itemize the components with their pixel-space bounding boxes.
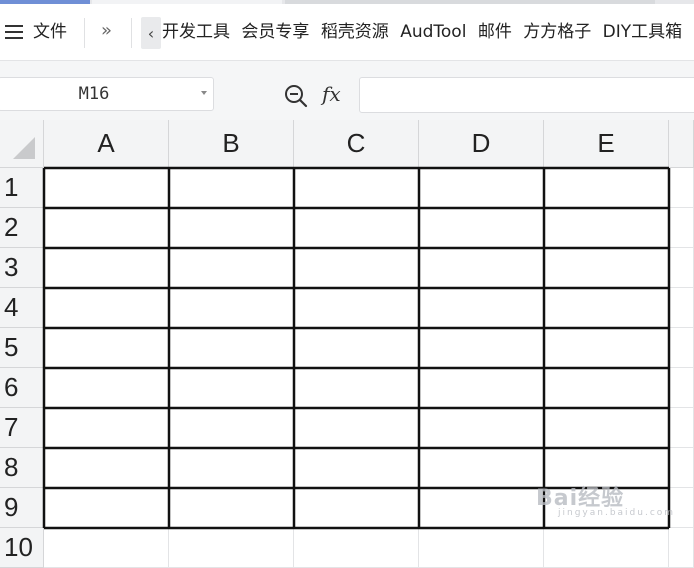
formula-bar: M16 fx: [0, 61, 694, 120]
tab-member-exclusive[interactable]: 会员专享: [241, 22, 309, 42]
scroll-left-icon[interactable]: ‹: [141, 17, 161, 49]
insert-function-icon[interactable]: fx: [322, 80, 341, 108]
tab-audtool[interactable]: AudTool: [400, 22, 466, 42]
file-menu-label: 文件: [33, 20, 67, 44]
menu-bar: 文件 » ‹ 开发工具 会员专享 稻壳资源 AudTool 邮件 方方格子 DI…: [0, 4, 694, 61]
watermark-subtext: jingyan.baidu.com: [558, 508, 675, 518]
chevron-down-icon[interactable]: [201, 91, 207, 95]
tab-docer-resources[interactable]: 稻壳资源: [321, 22, 389, 42]
zoom-out-icon[interactable]: [283, 83, 309, 109]
tab-mail[interactable]: 邮件: [478, 22, 512, 42]
watermark: Bai经验 jingyan.baidu.com: [536, 480, 675, 518]
tab-developer-tools[interactable]: 开发工具: [162, 22, 230, 42]
file-menu-button[interactable]: 文件: [0, 4, 82, 60]
menu-divider: [131, 18, 132, 48]
name-box[interactable]: M16: [0, 77, 214, 111]
tab-ffcell[interactable]: 方方格子: [523, 22, 591, 42]
hamburger-icon: [5, 25, 23, 39]
formula-input[interactable]: [359, 77, 694, 113]
tab-diy-toolbox[interactable]: DIY工具箱: [603, 22, 683, 42]
more-menus-icon[interactable]: »: [101, 19, 112, 43]
ribbon-tabs: 开发工具 会员专享 稻壳资源 AudTool 邮件 方方格子 DIY工具箱 公: [162, 20, 694, 46]
menu-divider: [84, 18, 85, 48]
name-box-value: M16: [0, 78, 189, 110]
